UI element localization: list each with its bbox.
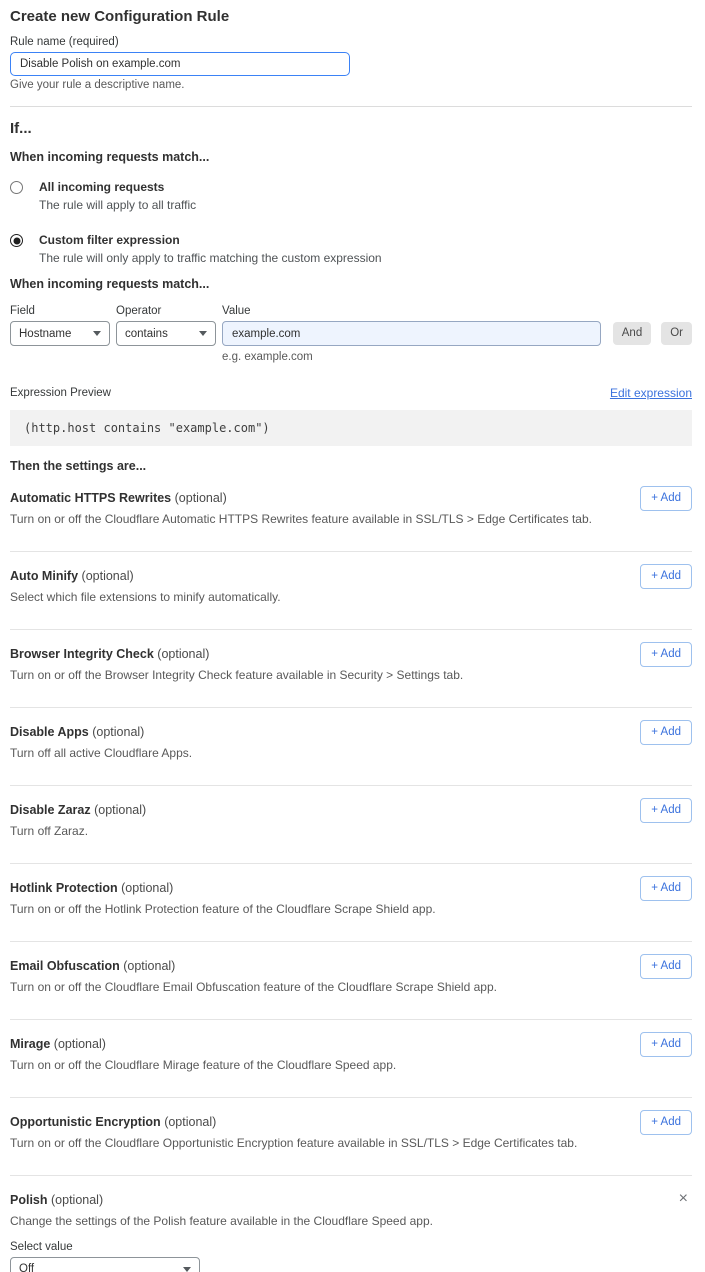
field-label: Field — [10, 304, 110, 318]
expression-preview-label: Expression Preview — [10, 386, 111, 400]
page-title: Create new Configuration Rule — [10, 8, 692, 26]
field-select-value: Hostname — [19, 328, 71, 340]
setting-row-mirage: Mirage (optional) Turn on or off the Clo… — [10, 1020, 692, 1098]
add-automatic-https-rewrites-button[interactable]: + Add — [640, 486, 692, 511]
setting-optional-suffix: (optional) — [164, 1115, 216, 1129]
request-match-radio-group: All incoming requests The rule will appl… — [10, 180, 692, 265]
radio-button-unselected[interactable] — [10, 181, 23, 194]
radio-button-selected[interactable] — [10, 234, 23, 247]
setting-optional-suffix: (optional) — [51, 1193, 103, 1207]
close-icon[interactable]: × — [679, 1192, 688, 1206]
setting-description: Turn on or off the Cloudflare Email Obfu… — [10, 980, 692, 994]
field-select[interactable]: Hostname — [10, 321, 110, 346]
radio-description: The rule will only apply to traffic matc… — [39, 251, 382, 265]
setting-description: Turn on or off the Cloudflare Opportunis… — [10, 1136, 692, 1150]
setting-name: Opportunistic Encryption — [10, 1115, 161, 1129]
setting-description: Turn on or off the Cloudflare Mirage fea… — [10, 1058, 692, 1072]
edit-expression-link[interactable]: Edit expression — [610, 386, 692, 400]
create-configuration-rule-page: Create new Configuration Rule Rule name … — [0, 0, 705, 1272]
then-settings-heading: Then the settings are... — [10, 459, 692, 474]
setting-description: Turn off all active Cloudflare Apps. — [10, 746, 692, 760]
radio-option-custom-filter-expression[interactable]: Custom filter expression The rule will o… — [10, 233, 692, 265]
expression-builder: Field Hostname Operator contains Value e… — [10, 304, 692, 364]
add-disable-apps-button[interactable]: + Add — [640, 720, 692, 745]
value-input[interactable] — [222, 321, 601, 346]
radio-description: The rule will apply to all traffic — [39, 198, 196, 212]
setting-description: Turn on or off the Cloudflare Automatic … — [10, 512, 692, 526]
section-divider — [10, 106, 692, 107]
or-button[interactable]: Or — [661, 322, 692, 345]
setting-row-polish: Polish (optional) Change the settings of… — [10, 1176, 692, 1272]
setting-name: Email Obfuscation — [10, 959, 120, 973]
setting-optional-suffix: (optional) — [92, 725, 144, 739]
setting-name: Auto Minify — [10, 569, 78, 583]
add-mirage-button[interactable]: + Add — [640, 1032, 692, 1057]
chevron-down-icon — [93, 331, 101, 336]
setting-description: Turn on or off the Hotlink Protection fe… — [10, 902, 692, 916]
setting-name: Mirage — [10, 1037, 50, 1051]
add-browser-integrity-check-button[interactable]: + Add — [640, 642, 692, 667]
setting-name: Hotlink Protection — [10, 881, 118, 895]
radio-label: All incoming requests — [39, 180, 196, 195]
rule-name-label: Rule name (required) — [10, 35, 692, 49]
value-label: Value — [222, 304, 601, 318]
operator-label: Operator — [116, 304, 216, 318]
setting-row-automatic-https-rewrites: Automatic HTTPS Rewrites (optional) Turn… — [10, 474, 692, 552]
polish-select-value: Off — [19, 1263, 34, 1272]
setting-name: Automatic HTTPS Rewrites — [10, 491, 171, 505]
if-heading: If... — [10, 120, 692, 138]
chevron-down-icon — [199, 331, 207, 336]
setting-optional-suffix: (optional) — [121, 881, 173, 895]
setting-row-disable-apps: Disable Apps (optional) Turn off all act… — [10, 708, 692, 786]
incoming-requests-subheading: When incoming requests match... — [10, 150, 692, 165]
setting-optional-suffix: (optional) — [175, 491, 227, 505]
setting-optional-suffix: (optional) — [54, 1037, 106, 1051]
add-opportunistic-encryption-button[interactable]: + Add — [640, 1110, 692, 1135]
setting-name: Polish — [10, 1193, 48, 1207]
polish-select-label: Select value — [10, 1240, 692, 1254]
setting-description: Turn off Zaraz. — [10, 824, 692, 838]
setting-optional-suffix: (optional) — [82, 569, 134, 583]
rule-name-help: Give your rule a descriptive name. — [10, 78, 692, 92]
rule-name-input[interactable] — [10, 52, 350, 76]
setting-optional-suffix: (optional) — [157, 647, 209, 661]
operator-select[interactable]: contains — [116, 321, 216, 346]
setting-optional-suffix: (optional) — [94, 803, 146, 817]
radio-option-all-incoming-requests[interactable]: All incoming requests The rule will appl… — [10, 180, 692, 212]
expression-preview-code: (http.host contains "example.com") — [10, 410, 692, 446]
radio-label: Custom filter expression — [39, 233, 382, 248]
setting-description: Turn on or off the Browser Integrity Che… — [10, 668, 692, 682]
add-disable-zaraz-button[interactable]: + Add — [640, 798, 692, 823]
setting-row-browser-integrity-check: Browser Integrity Check (optional) Turn … — [10, 630, 692, 708]
chevron-down-icon — [183, 1267, 191, 1272]
setting-name: Disable Zaraz — [10, 803, 91, 817]
expression-builder-heading: When incoming requests match... — [10, 277, 692, 292]
setting-row-auto-minify: Auto Minify (optional) Select which file… — [10, 552, 692, 630]
setting-name: Disable Apps — [10, 725, 89, 739]
setting-row-email-obfuscation: Email Obfuscation (optional) Turn on or … — [10, 942, 692, 1020]
add-email-obfuscation-button[interactable]: + Add — [640, 954, 692, 979]
setting-description: Change the settings of the Polish featur… — [10, 1214, 692, 1228]
and-button[interactable]: And — [613, 322, 651, 345]
add-hotlink-protection-button[interactable]: + Add — [640, 876, 692, 901]
setting-optional-suffix: (optional) — [123, 959, 175, 973]
setting-row-disable-zaraz: Disable Zaraz (optional) Turn off Zaraz.… — [10, 786, 692, 864]
add-auto-minify-button[interactable]: + Add — [640, 564, 692, 589]
polish-value-select[interactable]: Off — [10, 1257, 200, 1272]
setting-row-opportunistic-encryption: Opportunistic Encryption (optional) Turn… — [10, 1098, 692, 1176]
setting-description: Select which file extensions to minify a… — [10, 590, 692, 604]
value-help: e.g. example.com — [222, 350, 601, 364]
setting-row-hotlink-protection: Hotlink Protection (optional) Turn on or… — [10, 864, 692, 942]
setting-name: Browser Integrity Check — [10, 647, 154, 661]
operator-select-value: contains — [125, 328, 168, 340]
